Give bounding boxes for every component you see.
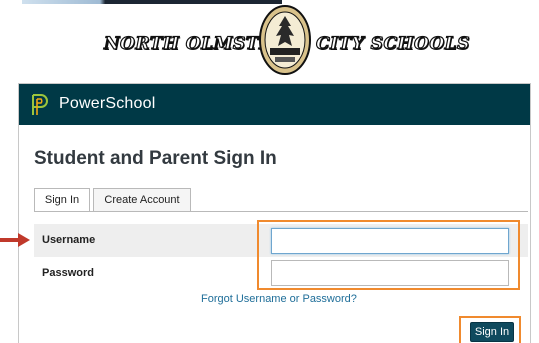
screenshot-page: NORTH OLMSTED CITY SCHOOLS PowerSchool S… [0, 0, 539, 343]
tab-divider [34, 211, 528, 212]
app-name: PowerSchool [59, 95, 156, 112]
eagle-seal-icon [259, 5, 311, 75]
forgot-credentials-link[interactable]: Forgot Username or Password? [201, 293, 357, 305]
district-banner: NORTH OLMSTED CITY SCHOOLS [0, 0, 539, 80]
powerschool-header: PowerSchool [19, 84, 530, 125]
tab-create-account[interactable]: Create Account [93, 188, 191, 212]
username-input[interactable] [271, 228, 509, 254]
password-label: Password [42, 267, 94, 279]
sign-in-button[interactable]: Sign In [470, 322, 514, 342]
signin-card: PowerSchool Student and Parent Sign In S… [18, 83, 531, 343]
page-title: Student and Parent Sign In [34, 148, 277, 169]
tab-sign-in[interactable]: Sign In [34, 188, 90, 212]
username-label: Username [42, 234, 96, 246]
password-input[interactable] [271, 260, 509, 286]
arrow-right-icon [0, 233, 30, 247]
banner-right-text: CITY SCHOOLS [315, 33, 470, 54]
powerschool-logo-icon [32, 94, 48, 115]
